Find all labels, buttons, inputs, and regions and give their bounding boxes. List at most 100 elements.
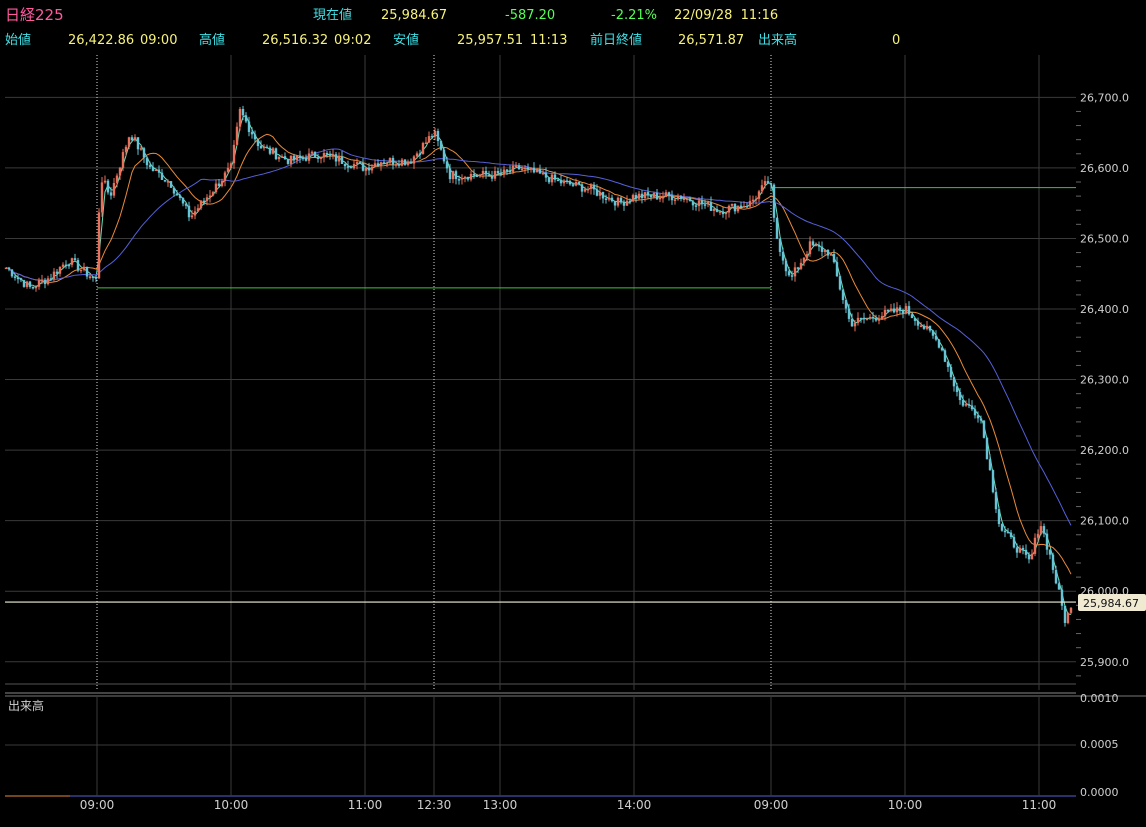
candle-body xyxy=(1018,547,1022,553)
candle-body xyxy=(67,264,71,267)
candle-body xyxy=(481,170,485,175)
candle-body xyxy=(1069,607,1073,613)
candle-body xyxy=(826,249,830,256)
candle-body xyxy=(226,167,230,173)
candle-body xyxy=(817,244,821,247)
volume-tick-label: 0.0010 xyxy=(1080,692,1119,705)
candle-body xyxy=(412,156,416,164)
candle-body xyxy=(910,314,914,319)
candle-body xyxy=(181,197,185,204)
volume-tick-label: 0.0005 xyxy=(1080,738,1119,751)
y-tick-label: 26,300.0 xyxy=(1080,374,1129,387)
ma-short-line xyxy=(5,114,1072,615)
candle-body xyxy=(976,415,980,419)
candle-body xyxy=(166,181,170,183)
candle-body xyxy=(307,153,311,161)
candle-body xyxy=(340,156,344,164)
candle-body xyxy=(568,180,572,185)
candle-body xyxy=(274,148,278,160)
candle-body xyxy=(838,276,842,290)
candle-body xyxy=(1039,526,1043,534)
candle-body xyxy=(619,197,623,203)
candle-body xyxy=(1051,554,1055,570)
ma-long-line xyxy=(5,148,1072,526)
y-tick-label: 26,700.0 xyxy=(1080,91,1129,104)
candle-body xyxy=(220,180,224,186)
candle-body xyxy=(244,115,248,122)
candle-body xyxy=(103,180,107,183)
candle-body xyxy=(535,169,539,173)
y-tick-label: 26,600.0 xyxy=(1080,162,1129,175)
candle-body xyxy=(487,174,491,177)
candle-body xyxy=(736,205,740,212)
candle-body xyxy=(121,152,125,168)
candle-body xyxy=(592,184,596,190)
candle-body xyxy=(55,271,59,274)
candle-body xyxy=(871,316,875,319)
candle-body xyxy=(625,200,629,206)
candle-body xyxy=(856,317,860,323)
candle-body xyxy=(565,180,569,182)
candle-body xyxy=(583,189,587,192)
candle-body xyxy=(868,316,872,319)
candle-body xyxy=(802,257,806,263)
candle-body xyxy=(100,182,104,213)
candle-body xyxy=(118,167,122,176)
candle-body xyxy=(757,191,761,199)
x-tick-label: 11:00 xyxy=(348,798,383,812)
candle-body xyxy=(520,168,524,171)
candle-body xyxy=(805,254,809,258)
candle-body xyxy=(820,246,824,252)
candle-body xyxy=(847,308,851,319)
y-tick-label: 26,200.0 xyxy=(1080,444,1129,457)
candle-body xyxy=(436,131,440,142)
candle-body xyxy=(259,146,263,149)
candle-body xyxy=(355,162,359,165)
candle-body xyxy=(790,275,794,277)
candle-body xyxy=(46,278,50,285)
candle-body xyxy=(916,320,920,326)
candle-body xyxy=(40,279,44,282)
candle-body xyxy=(1042,526,1046,534)
session-separators xyxy=(96,55,772,690)
candle-body xyxy=(748,200,752,207)
candle-body xyxy=(895,307,899,313)
candle-body xyxy=(196,208,200,212)
candle-body xyxy=(526,167,530,170)
candle-body xyxy=(508,170,512,173)
candle-body xyxy=(451,171,455,180)
candle-body xyxy=(1000,524,1004,531)
candle-body xyxy=(145,157,149,166)
x-tick-label: 14:00 xyxy=(617,798,652,812)
candle-body xyxy=(634,195,638,199)
candle-body xyxy=(286,159,290,164)
candle-body xyxy=(739,205,743,208)
candle-body xyxy=(1012,536,1016,548)
candle-body xyxy=(949,367,953,378)
candle-body xyxy=(217,183,221,186)
candle-body xyxy=(469,173,473,180)
candle-body xyxy=(346,166,350,168)
candle-body xyxy=(697,200,701,207)
candle-body xyxy=(973,409,977,416)
candle-body xyxy=(325,152,329,155)
candle-body xyxy=(454,171,458,180)
candle-body xyxy=(49,278,53,280)
candle-body xyxy=(214,183,218,193)
candle-body xyxy=(628,200,632,203)
candle-body xyxy=(247,121,251,133)
candle-body xyxy=(88,276,92,278)
candle-body xyxy=(25,281,29,287)
candle-body xyxy=(409,161,413,164)
price-chart[interactable]: 26,700.0 26,600.0 26,500.0 26,400.0 26,300.0… xyxy=(0,0,1146,827)
candle-body xyxy=(730,203,734,206)
candle-body xyxy=(673,199,677,201)
reference-lines xyxy=(97,187,1076,289)
candle-body xyxy=(391,157,395,165)
candle-body xyxy=(157,169,161,173)
candle-body xyxy=(904,306,908,314)
candle-body xyxy=(163,179,167,182)
candle-body xyxy=(352,164,356,169)
candle-body xyxy=(16,277,20,280)
candle-body xyxy=(688,198,692,202)
